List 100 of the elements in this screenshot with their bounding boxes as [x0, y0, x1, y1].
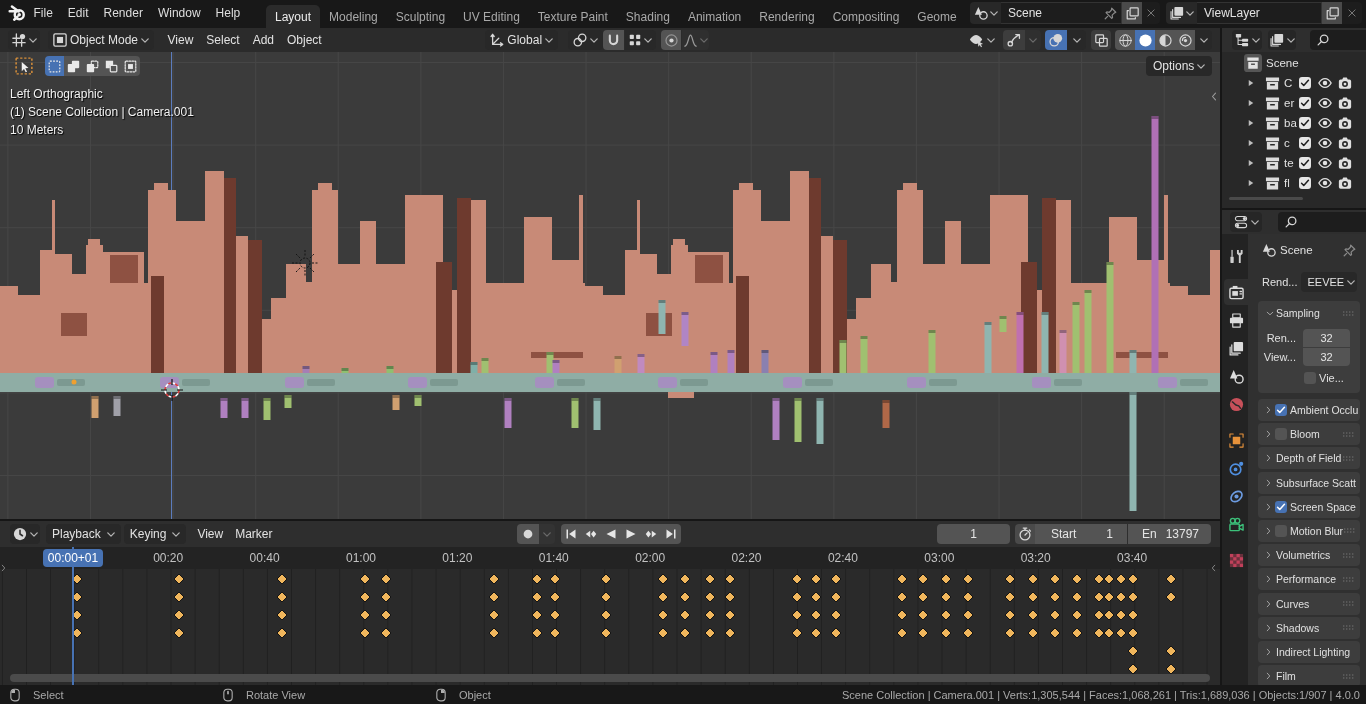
keyframe-icon[interactable] — [1027, 573, 1039, 585]
scene-browse-button[interactable] — [970, 2, 1001, 24]
keyframe-icon[interactable] — [1049, 573, 1061, 585]
keyframe-icon[interactable] — [724, 591, 736, 603]
menu-item[interactable]: View — [161, 30, 200, 50]
keyframe-icon[interactable] — [380, 591, 392, 603]
current-frame-indicator[interactable]: 00:00+01 — [43, 549, 103, 567]
grip-icon[interactable] — [1342, 673, 1354, 679]
shading-mode-button[interactable] — [1155, 30, 1175, 50]
editor-type-button[interactable] — [1230, 212, 1262, 232]
menu-item[interactable]: Render — [96, 2, 151, 23]
keyframe-icon[interactable] — [173, 573, 185, 585]
keyframe-icon[interactable] — [1071, 591, 1083, 603]
options-dropdown[interactable]: Options — [1146, 56, 1212, 76]
keyframe-icon[interactable] — [1127, 591, 1139, 603]
orientation-dropdown[interactable]: Global — [485, 30, 559, 50]
keyframe-icon[interactable] — [1103, 627, 1115, 639]
search-field[interactable] — [1278, 212, 1366, 232]
keyframe-icon[interactable] — [1071, 573, 1083, 585]
keyframe-icon[interactable] — [830, 609, 842, 621]
keyframe-icon[interactable] — [791, 609, 803, 621]
grip-icon[interactable] — [1343, 528, 1356, 534]
keyframe-icon[interactable] — [810, 573, 822, 585]
collection-name[interactable]: fl — [1284, 177, 1290, 189]
pin-icon[interactable] — [1343, 243, 1356, 257]
keyframe-icon[interactable] — [600, 627, 612, 639]
grip-icon[interactable] — [1342, 552, 1354, 558]
keyframe-icon[interactable] — [896, 591, 908, 603]
keyframe-icon[interactable] — [791, 573, 803, 585]
view-layer-browse-button[interactable] — [1166, 2, 1197, 24]
keyframe-icon[interactable] — [917, 591, 929, 603]
menu-item[interactable]: Help — [208, 2, 248, 23]
collection-name[interactable]: c — [1284, 137, 1290, 149]
keyframe-icon[interactable] — [1165, 591, 1177, 603]
camera-icon[interactable] — [1338, 96, 1352, 110]
keyframe-icon[interactable] — [1127, 627, 1139, 639]
grip-icon[interactable] — [1342, 431, 1354, 437]
keyframe-icon[interactable] — [724, 609, 736, 621]
workspace-tab[interactable]: Compositing — [823, 5, 909, 28]
keyframe-icon[interactable] — [531, 573, 543, 585]
keyframe-icon[interactable] — [896, 627, 908, 639]
chevron-left-icon[interactable] — [1211, 92, 1217, 101]
editor-type-button[interactable] — [10, 524, 40, 544]
grip-icon[interactable] — [1342, 601, 1354, 606]
search-field[interactable] — [1310, 30, 1366, 50]
keyframe-icon[interactable] — [679, 609, 691, 621]
playback-button[interactable] — [560, 524, 581, 544]
chevron-right-icon[interactable] — [1, 564, 6, 572]
keyframe-icon[interactable] — [1093, 591, 1105, 603]
keyframe-icon[interactable] — [917, 627, 929, 639]
keyframe-icon[interactable] — [600, 609, 612, 621]
keyframe-icon[interactable] — [531, 591, 543, 603]
workspace-tab[interactable]: Modeling — [320, 5, 387, 28]
grip-icon[interactable] — [1342, 576, 1354, 582]
checkbox[interactable] — [1299, 137, 1311, 149]
keyframe-icon[interactable] — [679, 573, 691, 585]
view-layer-name-field[interactable]: ViewLayer — [1197, 2, 1322, 24]
keyframe-icon[interactable] — [359, 591, 371, 603]
keyframe-icon[interactable] — [724, 573, 736, 585]
keyframe-icon[interactable] — [791, 591, 803, 603]
keyframe-icon[interactable] — [940, 627, 952, 639]
panel-title[interactable]: Film — [1276, 670, 1296, 683]
scene-name-field[interactable]: Scene — [1001, 2, 1122, 24]
keyframe-icon[interactable] — [488, 591, 500, 603]
select-mode-button[interactable] — [45, 56, 64, 76]
keyframe-icon[interactable] — [359, 627, 371, 639]
chevron-right-icon[interactable] — [1266, 406, 1271, 414]
keyframe-icon[interactable] — [1027, 609, 1039, 621]
chevron-right-icon[interactable] — [1266, 478, 1271, 487]
keyframe-icon[interactable] — [276, 609, 288, 621]
keyframe-icon[interactable] — [1165, 573, 1177, 585]
select-mode-button[interactable] — [102, 56, 121, 76]
workspace-tab[interactable]: Rendering — [750, 5, 824, 28]
horizontal-scrollbar[interactable] — [1229, 197, 1303, 200]
panel-title[interactable]: Curves — [1276, 597, 1310, 610]
keyframe-icon[interactable] — [704, 627, 716, 639]
keyframe-icon[interactable] — [1093, 627, 1105, 639]
keyframe-icon[interactable] — [1115, 627, 1127, 639]
overlays-toggle[interactable] — [1045, 30, 1067, 50]
menu-item[interactable]: Edit — [60, 2, 97, 23]
number-field[interactable]: 32 — [1303, 329, 1350, 347]
shading-mode-button[interactable] — [1135, 30, 1155, 50]
properties-tab[interactable] — [1224, 279, 1248, 305]
current-frame-field[interactable]: 1 — [937, 524, 1010, 544]
keyframe-icon[interactable] — [810, 609, 822, 621]
keyframe-icon[interactable] — [488, 609, 500, 621]
checkbox[interactable] — [1299, 117, 1311, 129]
menu-item[interactable]: Marker — [229, 524, 279, 544]
workspace-tab[interactable]: Layout — [266, 5, 321, 28]
checkbox[interactable] — [1275, 404, 1287, 416]
grip-icon[interactable] — [1342, 455, 1354, 461]
keyframe-icon[interactable] — [1127, 645, 1139, 657]
keyframe-icon[interactable] — [276, 627, 288, 639]
keyframe-icon[interactable] — [380, 609, 392, 621]
eye-icon[interactable] — [1318, 76, 1332, 90]
close-button[interactable] — [1142, 2, 1160, 24]
keyframe-icon[interactable] — [830, 627, 842, 639]
collection-name[interactable]: ba — [1284, 117, 1297, 129]
render-engine-dropdown[interactable]: EEVEE — [1301, 272, 1358, 292]
menu-dropdown[interactable]: Playback — [46, 524, 121, 544]
